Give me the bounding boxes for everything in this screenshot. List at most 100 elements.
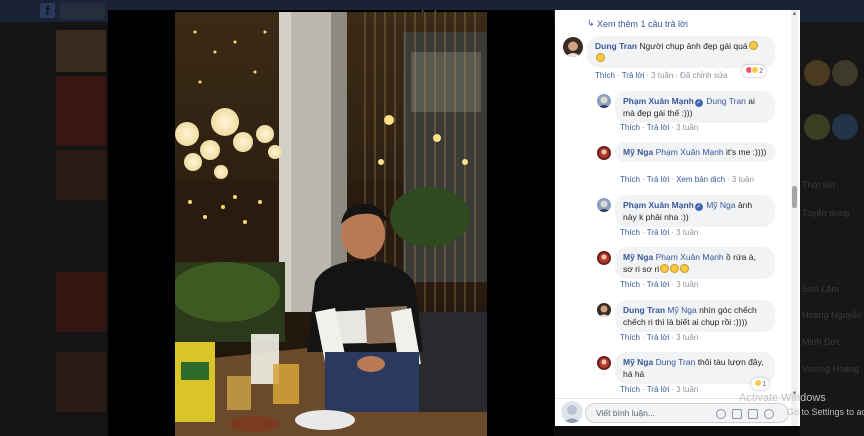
like-action[interactable]: Thích bbox=[620, 385, 640, 394]
background-avatar bbox=[804, 60, 830, 86]
comment-actions: Thích · Trả lời · 3 tuần · Đã chỉnh sửa bbox=[595, 71, 728, 80]
reply-bubble: Dung Tran Mỹ Nga nhìn góc chếch chếch ri… bbox=[615, 300, 775, 332]
comment-actions: Thích · Trả lời · 3 tuần bbox=[620, 333, 699, 342]
comment-time[interactable]: 3 tuần bbox=[676, 123, 698, 132]
activate-windows-title: Activate Windows bbox=[739, 392, 826, 404]
comment-time[interactable]: 3 tuần bbox=[676, 385, 698, 394]
avatar-dung-tran[interactable] bbox=[563, 37, 583, 57]
smile-emoji-icon bbox=[596, 53, 605, 62]
comment-time[interactable]: 3 tuần bbox=[676, 228, 698, 237]
scrollbar-thumb[interactable] bbox=[792, 186, 797, 208]
reply-action[interactable]: Trả lời bbox=[647, 228, 670, 237]
like-action[interactable]: Thích bbox=[620, 228, 640, 237]
mention-link[interactable]: Phạm Xuân Mạnh bbox=[656, 252, 724, 262]
verified-badge-icon: ✓ bbox=[694, 203, 703, 211]
like-action[interactable]: Thích bbox=[620, 333, 640, 342]
avatar-image bbox=[598, 96, 610, 108]
current-user-avatar[interactable] bbox=[561, 401, 583, 423]
mention-link[interactable]: Phạm Xuân Mạnh bbox=[656, 147, 724, 157]
smile-emoji-icon bbox=[670, 264, 680, 273]
avatar-my-nga[interactable] bbox=[597, 146, 611, 160]
background-search-box bbox=[60, 3, 105, 19]
mention-link[interactable]: Mỹ Nga bbox=[706, 200, 735, 210]
translate-action[interactable]: Xem bản dịch bbox=[676, 175, 725, 184]
camera-icon[interactable] bbox=[732, 409, 742, 419]
mention-link[interactable]: Dung Tran bbox=[656, 357, 696, 367]
gif-icon[interactable] bbox=[748, 409, 758, 419]
reaction-count: 2 bbox=[759, 66, 764, 75]
wow-reaction-icon bbox=[751, 66, 759, 74]
background-text: Minh Đức bbox=[802, 337, 842, 347]
avatar-image bbox=[563, 405, 581, 423]
reply-action[interactable]: Trả lời bbox=[647, 385, 670, 394]
comment-actions: Thích · Trả lời · Xem bản dịch · 3 tuần bbox=[620, 175, 754, 184]
reply-action[interactable]: Trả lời bbox=[647, 333, 670, 342]
reply-bubble: Phạm Xuân Mạnh ✓ Dung Tran ai mà đẹp gái … bbox=[615, 91, 775, 123]
like-action[interactable]: Thích bbox=[620, 123, 640, 132]
avatar-pham-xuan-manh[interactable] bbox=[597, 94, 611, 108]
avatar-my-nga[interactable] bbox=[597, 251, 611, 265]
reply-action[interactable]: Trả lời bbox=[647, 123, 670, 132]
sticker-icon[interactable] bbox=[764, 409, 774, 419]
photo[interactable] bbox=[175, 12, 487, 436]
avatar-image bbox=[598, 305, 610, 317]
background-thumbnail bbox=[56, 76, 106, 146]
page: f Thời tiết Tuyển dụng Sơn Lâm Hoàng Ngu… bbox=[0, 0, 864, 436]
avatar-image bbox=[598, 200, 610, 212]
reply-action[interactable]: Trả lời bbox=[622, 71, 645, 80]
avatar-my-nga[interactable] bbox=[597, 356, 611, 370]
background-thumbnail bbox=[56, 272, 106, 332]
reply-bubble: Phạm Xuân Mạnh ✓ Mỹ Nga ảnh này k phải nh… bbox=[615, 195, 775, 227]
mention-link[interactable]: Mỹ Nga bbox=[667, 305, 696, 315]
reply-action[interactable]: Trả lời bbox=[647, 175, 670, 184]
comment-input[interactable]: Viết bình luận... bbox=[585, 403, 789, 423]
scrollbar-track[interactable] bbox=[791, 10, 798, 426]
background-text: Sơn Lâm bbox=[802, 284, 839, 294]
avatar-dung-tran[interactable] bbox=[597, 303, 611, 317]
like-action[interactable]: Thích bbox=[620, 280, 640, 289]
verified-badge-icon: ✓ bbox=[694, 99, 703, 107]
commenter-name[interactable]: Dung Tran bbox=[623, 305, 665, 315]
comment-time[interactable]: 3 tuần bbox=[651, 71, 673, 80]
commenter-name[interactable]: Dung Tran bbox=[595, 41, 637, 51]
commenter-name[interactable]: Phạm Xuân Mạnh bbox=[623, 96, 694, 106]
like-action[interactable]: Thích bbox=[595, 71, 615, 80]
avatar-image bbox=[599, 148, 609, 158]
comment-time[interactable]: 3 tuần bbox=[676, 280, 698, 289]
facebook-logo-icon: f bbox=[40, 3, 55, 18]
commenter-name[interactable]: Mỹ Nga bbox=[623, 357, 653, 367]
edited-label[interactable]: Đã chỉnh sửa bbox=[680, 71, 728, 80]
reply-action[interactable]: Trả lời bbox=[647, 280, 670, 289]
activate-windows-subtitle: Go to Settings to activate Windows. bbox=[787, 407, 864, 417]
background-text: Tuyển dụng bbox=[802, 208, 850, 218]
mention-link[interactable]: Dung Tran bbox=[706, 96, 746, 106]
avatar-pham-xuan-manh[interactable] bbox=[597, 198, 611, 212]
scroll-up-icon[interactable]: ▲ bbox=[791, 10, 798, 18]
comments-panel: ↳ Xem thêm 1 câu trả lời Dung Tran Người… bbox=[555, 10, 800, 426]
smile-emoji-icon bbox=[748, 41, 758, 50]
reply-bubble: Mỹ Nga Phạm Xuân Mạnh it's me :)))) bbox=[615, 142, 775, 162]
background-avatar bbox=[804, 114, 830, 140]
commenter-name[interactable]: Mỹ Nga bbox=[623, 147, 653, 157]
comment-time[interactable]: 3 tuần bbox=[676, 333, 698, 342]
comment-time[interactable]: 3 tuần bbox=[732, 175, 754, 184]
background-thumbnail bbox=[56, 30, 106, 72]
like-action[interactable]: Thích bbox=[620, 175, 640, 184]
comment-actions: Thích · Trả lời · 3 tuần bbox=[620, 280, 699, 289]
reply-arrow-icon: ↳ bbox=[587, 18, 595, 28]
avatar-image bbox=[599, 358, 609, 368]
haha-reaction-icon bbox=[754, 379, 762, 387]
see-more-replies-link[interactable]: Xem thêm 1 câu trả lời bbox=[597, 19, 688, 29]
background-thumbnail bbox=[56, 150, 106, 200]
commenter-name[interactable]: Mỹ Nga bbox=[623, 252, 653, 262]
photo-illustration bbox=[175, 12, 487, 436]
smile-emoji-icon bbox=[680, 264, 690, 273]
background-text: Thời tiết bbox=[802, 180, 835, 190]
background-avatar bbox=[832, 114, 858, 140]
emoji-icon[interactable] bbox=[716, 409, 726, 419]
commenter-name[interactable]: Phạm Xuân Mạnh bbox=[623, 200, 694, 210]
background-feed-left bbox=[0, 22, 108, 436]
reaction-badge[interactable]: 2 bbox=[742, 65, 767, 77]
reaction-badge[interactable]: 1 bbox=[751, 378, 770, 390]
smile-emoji-icon bbox=[660, 264, 670, 273]
